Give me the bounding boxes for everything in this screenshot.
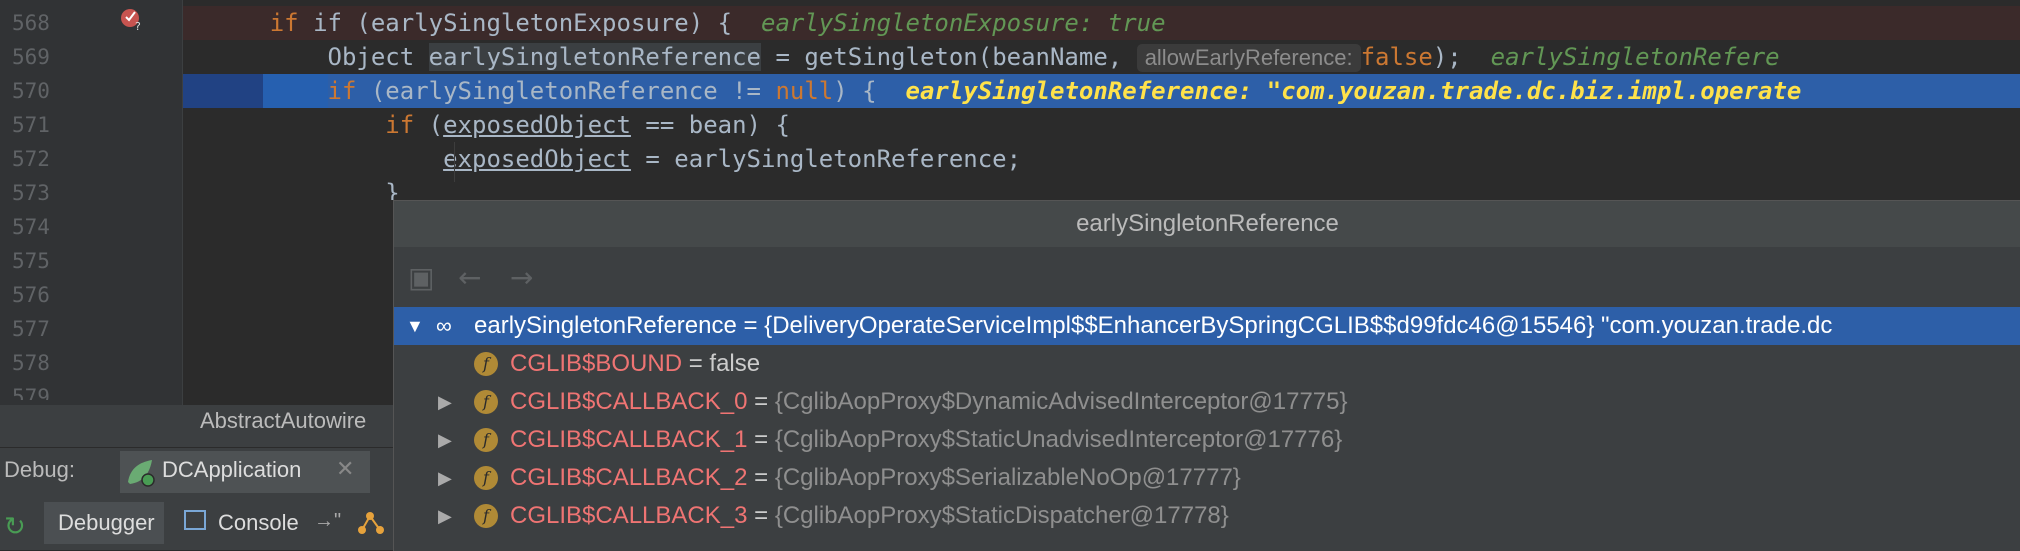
rerun-icon[interactable]: ↻ xyxy=(4,512,26,542)
code-text: ( xyxy=(414,111,444,139)
code-text: ) { xyxy=(833,77,877,105)
collapse-triangle-icon[interactable]: ▼ xyxy=(406,307,424,345)
run-config-label: DCApplication xyxy=(162,457,302,482)
inline-value-hint: earlySingletonRefere xyxy=(1490,43,1780,71)
field-icon: f xyxy=(474,390,498,414)
code-line-573[interactable]: } xyxy=(183,176,2020,200)
code-text: ); xyxy=(1432,43,1462,71)
code-text: = earlySingletonReference; xyxy=(630,145,1022,173)
keyword: false xyxy=(1360,43,1433,71)
code-text: if (earlySingletonExposure) { xyxy=(313,9,733,37)
forward-arrow-icon[interactable]: → xyxy=(510,261,533,294)
field-equals: = xyxy=(747,388,775,415)
line-number: 573 xyxy=(12,181,50,205)
field-value: {CglibAopProxy$StaticUnadvisedIntercepto… xyxy=(774,426,1343,453)
tree-row-root[interactable]: ▼ ∞ earlySingletonReference = {DeliveryO… xyxy=(394,307,2020,345)
conditional-breakpoint-icon[interactable]: ? xyxy=(120,6,144,30)
field-name: CGLIB$BOUND xyxy=(510,350,683,377)
threads-icon[interactable] xyxy=(354,506,386,538)
field-value: false xyxy=(709,350,761,377)
line-number: 572 xyxy=(12,147,50,171)
console-icon xyxy=(184,510,206,530)
back-arrow-icon[interactable]: ← xyxy=(458,261,481,294)
field-name: CGLIB$CALLBACK_0 xyxy=(510,388,748,415)
line-number: 578 xyxy=(12,351,50,375)
code-line-569[interactable]: Object earlySingletonReference = getSing… xyxy=(183,40,2020,74)
svg-text:?: ? xyxy=(135,20,141,30)
field-name: CGLIB$CALLBACK_1 xyxy=(510,426,748,453)
code-text: } xyxy=(385,179,400,200)
tree-row[interactable]: ▶ f CGLIB$CALLBACK_3 = {CglibAopProxy$St… xyxy=(394,497,2020,535)
expand-triangle-icon[interactable]: ▶ xyxy=(438,421,452,459)
field-icon: f xyxy=(474,352,498,376)
code-text: = getSingleton(beanName, xyxy=(761,43,1137,71)
variable-name: earlySingletonReference xyxy=(428,43,761,71)
indent-guide xyxy=(454,142,455,182)
tree-row[interactable]: ▶ f CGLIB$CALLBACK_0 = {CglibAopProxy$Dy… xyxy=(394,383,2020,421)
keyword-null: null xyxy=(775,77,834,105)
execution-line-marker xyxy=(183,74,263,108)
line-number: 574 xyxy=(12,215,50,239)
field-equals: = xyxy=(747,426,775,453)
field-equals: = xyxy=(747,502,775,529)
line-number: 576 xyxy=(12,283,50,307)
field-icon: f xyxy=(474,466,498,490)
keyword: if xyxy=(269,9,299,37)
console-arrow-icon: →" xyxy=(314,510,342,532)
variable-name: exposedObject xyxy=(443,145,631,173)
field-icon: f xyxy=(474,428,498,452)
file-tab-label[interactable]: AbstractAutowire xyxy=(200,408,366,434)
field-equals: = xyxy=(682,350,710,377)
code-text: (earlySingletonReference != xyxy=(356,77,776,105)
variable-name: earlySingletonReference xyxy=(474,312,737,339)
object-icon: ∞ xyxy=(436,313,452,338)
line-number: 568 xyxy=(12,11,50,35)
code-line-572[interactable]: exposedObject = earlySingletonReference; xyxy=(183,142,2020,176)
keyword: if xyxy=(385,111,415,139)
parameter-hint: allowEarlyReference: xyxy=(1136,44,1361,72)
inline-value-hint: earlySingletonExposure: true xyxy=(761,9,1166,37)
line-number: 570 xyxy=(12,79,50,103)
variable-name: exposedObject xyxy=(443,111,631,139)
line-number: 579 xyxy=(12,385,50,400)
field-name: CGLIB$CALLBACK_3 xyxy=(510,502,748,529)
variable-value: = {DeliveryOperateServiceImpl$$EnhancerB… xyxy=(736,312,1833,339)
popup-title: earlySingletonReference xyxy=(394,201,2020,247)
console-tab-label[interactable]: Console xyxy=(218,510,299,536)
debug-label: Debug: xyxy=(4,457,75,482)
field-value: {CglibAopProxy$StaticDispatcher@17778} xyxy=(774,502,1229,529)
expand-triangle-icon[interactable]: ▶ xyxy=(438,497,452,535)
popup-toolbar: ▣ ← → xyxy=(394,247,2020,307)
code-line-570-current[interactable]: if (earlySingletonReference != null) { e… xyxy=(183,74,2020,108)
execution-line-marker xyxy=(263,74,328,108)
tree-row[interactable]: ▶ f CGLIB$CALLBACK_1 = {CglibAopProxy$St… xyxy=(394,421,2020,459)
field-icon: f xyxy=(474,504,498,528)
code-text: == bean) { xyxy=(630,111,790,139)
code-line-568[interactable]: if if (earlySingletonExposure) { earlySi… xyxy=(183,6,2020,40)
expand-triangle-icon[interactable]: ▶ xyxy=(438,383,452,421)
line-number: 569 xyxy=(12,45,50,69)
close-icon[interactable]: ✕ xyxy=(336,456,354,482)
field-value: {CglibAopProxy$DynamicAdvisedInterceptor… xyxy=(774,388,1348,415)
field-name: CGLIB$CALLBACK_2 xyxy=(510,464,748,491)
code-line-571[interactable]: if (exposedObject == bean) { xyxy=(183,108,2020,142)
code-text: Object xyxy=(327,43,429,71)
field-equals: = xyxy=(747,464,775,491)
tree-row[interactable]: f CGLIB$BOUND = false xyxy=(394,345,2020,383)
folder-icon[interactable]: ▣ xyxy=(408,261,434,294)
variable-inspector-popup[interactable]: earlySingletonReference ▣ ← → ▼ ∞ earlyS… xyxy=(393,200,2020,551)
inline-value-hint: earlySingletonReference: "com.youzan.tra… xyxy=(905,77,1802,105)
line-number: 577 xyxy=(12,317,50,341)
debugger-tab-label: Debugger xyxy=(58,510,155,535)
field-value: {CglibAopProxy$SerializableNoOp@17777} xyxy=(774,464,1241,491)
spring-boot-app-icon xyxy=(128,460,155,487)
expand-triangle-icon[interactable]: ▶ xyxy=(438,459,452,497)
line-number: 575 xyxy=(12,249,50,273)
keyword: if xyxy=(327,77,357,105)
line-number: 571 xyxy=(12,113,50,137)
tree-row[interactable]: ▶ f CGLIB$CALLBACK_2 = {CglibAopProxy$Se… xyxy=(394,459,2020,497)
